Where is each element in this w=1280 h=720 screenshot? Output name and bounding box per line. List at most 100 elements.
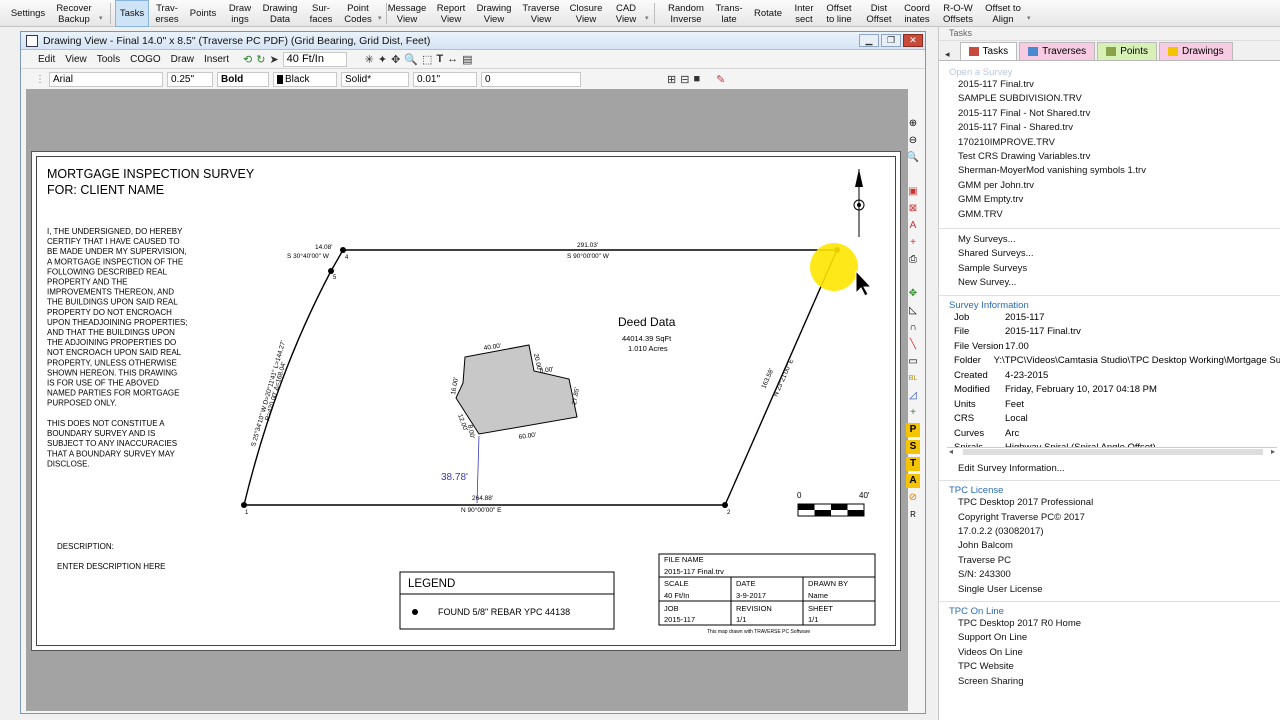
zoom-fit-icon[interactable]: ⊠ (906, 202, 920, 216)
line-width-select[interactable]: 0.01" (413, 71, 477, 87)
zoom-out-icon[interactable]: ⊖ (906, 134, 920, 148)
toolbar-grip[interactable]: ▾ (378, 14, 382, 22)
paint-icon[interactable]: ✎ (716, 73, 725, 86)
arrow-icon[interactable]: ➤ (269, 53, 278, 66)
undo-icon[interactable]: ⟲ (243, 53, 252, 66)
rotate-button[interactable]: Rotate (750, 0, 786, 27)
edit-survey-info-link[interactable]: Edit Survey Information... (949, 462, 1280, 476)
recent-file-item[interactable]: SAMPLE SUBDIVISION.TRV (949, 92, 1280, 106)
move-icon[interactable]: ↔ (447, 53, 458, 65)
menu-edit[interactable]: Edit (38, 54, 55, 65)
text-tool-icon[interactable]: T (436, 53, 443, 65)
random-inverse-button[interactable]: Random Inverse (664, 0, 708, 27)
report-view-button[interactable]: Report View (432, 0, 470, 27)
zoom-extents-icon[interactable]: ▣ (906, 185, 920, 199)
drawing-data-button[interactable]: Drawing Data (260, 0, 300, 27)
drawing-window-titlebar[interactable]: Drawing View - Final 14.0" x 8.5" (Trave… (21, 32, 925, 50)
traverses-button[interactable]: Trav- erses (152, 0, 182, 27)
text-move-icon[interactable]: A (906, 219, 920, 233)
menu-cogo[interactable]: COGO (130, 54, 161, 65)
recent-file-item[interactable]: Test CRS Drawing Variables.trv (949, 150, 1280, 164)
closure-view-button[interactable]: Closure View (566, 0, 606, 27)
measure-icon[interactable]: ◺ (906, 304, 920, 318)
menu-draw[interactable]: Draw (171, 54, 194, 65)
recent-file-item[interactable]: 2015-117 Final - Not Shared.trv (949, 107, 1280, 121)
toolbar-grip[interactable]: ▾ (645, 14, 649, 22)
refresh-icon[interactable]: ↻ (256, 53, 265, 66)
scroll-thumb[interactable] (963, 448, 1263, 455)
point-codes-button[interactable]: Point Codes (340, 0, 376, 27)
online-link-item[interactable]: TPC Website (949, 660, 1280, 674)
weight-select[interactable]: Bold (217, 71, 269, 87)
toolbar-grip[interactable]: ▾ (99, 14, 103, 22)
toolbar-grip[interactable]: ▾ (1027, 14, 1031, 22)
survey-link-item[interactable]: Shared Surveys... (949, 247, 1280, 261)
select-icon[interactable]: ⬚ (422, 53, 432, 66)
menu-insert[interactable]: Insert (204, 54, 229, 65)
zoom-icon[interactable]: 🔍 (404, 53, 418, 66)
close-icon[interactable]: ✕ (903, 34, 923, 47)
pan-icon[interactable]: ✥ (391, 53, 400, 66)
color-select[interactable]: Black (273, 71, 337, 87)
a-tool-icon[interactable]: A (906, 474, 920, 488)
snap-icon[interactable]: ✦ (378, 53, 387, 66)
text-height-select[interactable]: 0.25" (167, 71, 213, 87)
rotation-input[interactable]: 0 (481, 71, 581, 87)
recent-file-item[interactable]: GMM per John.trv (949, 179, 1280, 193)
align-icon[interactable]: ⊞ (667, 73, 676, 86)
bl-icon[interactable]: BL (906, 372, 920, 386)
t-tool-icon[interactable]: T (906, 457, 920, 471)
polyline-icon[interactable]: ◿ (906, 389, 920, 403)
traverse-view-button[interactable]: Traverse View (520, 0, 562, 27)
tab-tasks[interactable]: Tasks (959, 42, 1018, 60)
drawing-view-button[interactable]: Drawing View (474, 0, 514, 27)
line-tool-icon[interactable]: ╲ (906, 338, 920, 352)
no-entry-icon[interactable]: ⊘ (906, 491, 920, 505)
recent-file-item[interactable]: 2015-117 Final - Shared.trv (949, 121, 1280, 135)
node-snap-icon[interactable]: ✳ (365, 53, 374, 66)
row-offsets-button[interactable]: R-O-W Offsets (940, 0, 976, 27)
coordinates-button[interactable]: Coord inates (900, 0, 934, 27)
survey-link-item[interactable]: New Survey... (949, 276, 1280, 290)
tasks-button[interactable]: Tasks (115, 0, 149, 27)
surfaces-button[interactable]: Sur- faces (304, 0, 338, 27)
recent-file-item[interactable]: GMM Empty.trv (949, 193, 1280, 207)
online-link-item[interactable]: TPC Desktop 2017 R0 Home (949, 617, 1280, 631)
scroll-left-icon[interactable]: ◂ (949, 447, 953, 456)
recent-file-item[interactable]: GMM.TRV (949, 208, 1280, 222)
linetype-select[interactable]: Solid* (341, 71, 409, 87)
drawing-canvas[interactable]: MORTGAGE INSPECTION SURVEY FOR: CLIENT N… (26, 89, 908, 711)
p-tool-icon[interactable]: P (906, 423, 920, 437)
survey-link-item[interactable]: My Surveys... (949, 233, 1280, 247)
tab-traverses[interactable]: Traverses (1019, 42, 1096, 60)
recent-file-item[interactable]: Sherman-MoyerMod vanishing symbols 1.trv (949, 164, 1280, 178)
offset-to-line-button[interactable]: Offset to line (822, 0, 856, 27)
zoom-in-icon[interactable]: ⊕ (906, 117, 920, 131)
tab-drawings[interactable]: Drawings (1158, 42, 1233, 60)
recent-file-item[interactable]: 170210IMPROVE.TRV (949, 136, 1280, 150)
message-view-button[interactable]: Message View (387, 0, 427, 27)
menu-view[interactable]: View (65, 54, 87, 65)
crosshair-icon[interactable]: + (906, 236, 920, 250)
group-icon[interactable]: ⊟ (680, 73, 689, 86)
print-icon[interactable]: ⎙ (906, 253, 920, 267)
tab-points[interactable]: Points (1097, 42, 1157, 60)
points-button[interactable]: Points (186, 0, 220, 27)
tab-scroll-left-icon[interactable]: ◂ (945, 49, 950, 60)
intersect-button[interactable]: Inter sect (790, 0, 818, 27)
horizontal-scrollbar[interactable]: ◂ ▸ (947, 446, 1277, 456)
menu-tools[interactable]: Tools (97, 54, 120, 65)
rectangle-icon[interactable]: ▭ (906, 355, 920, 369)
recover-backup-button[interactable]: Recover Backup (54, 0, 94, 27)
online-link-item[interactable]: Support On Line (949, 631, 1280, 645)
cad-view-button[interactable]: CAD View (610, 0, 642, 27)
online-link-item[interactable]: Screen Sharing (949, 675, 1280, 689)
font-select[interactable]: Arial (49, 71, 163, 87)
drawings-button[interactable]: Draw ings (224, 0, 256, 27)
scale-select[interactable]: 40 Ft/In (282, 51, 347, 67)
offset-to-align-button[interactable]: Offset to Align (982, 0, 1024, 27)
add-point-icon[interactable]: + (906, 406, 920, 420)
dist-offset-button[interactable]: Dist Offset (862, 0, 896, 27)
recent-file-item[interactable]: 2015-117 Final.trv (949, 78, 1280, 92)
scroll-right-icon[interactable]: ▸ (1271, 447, 1275, 456)
